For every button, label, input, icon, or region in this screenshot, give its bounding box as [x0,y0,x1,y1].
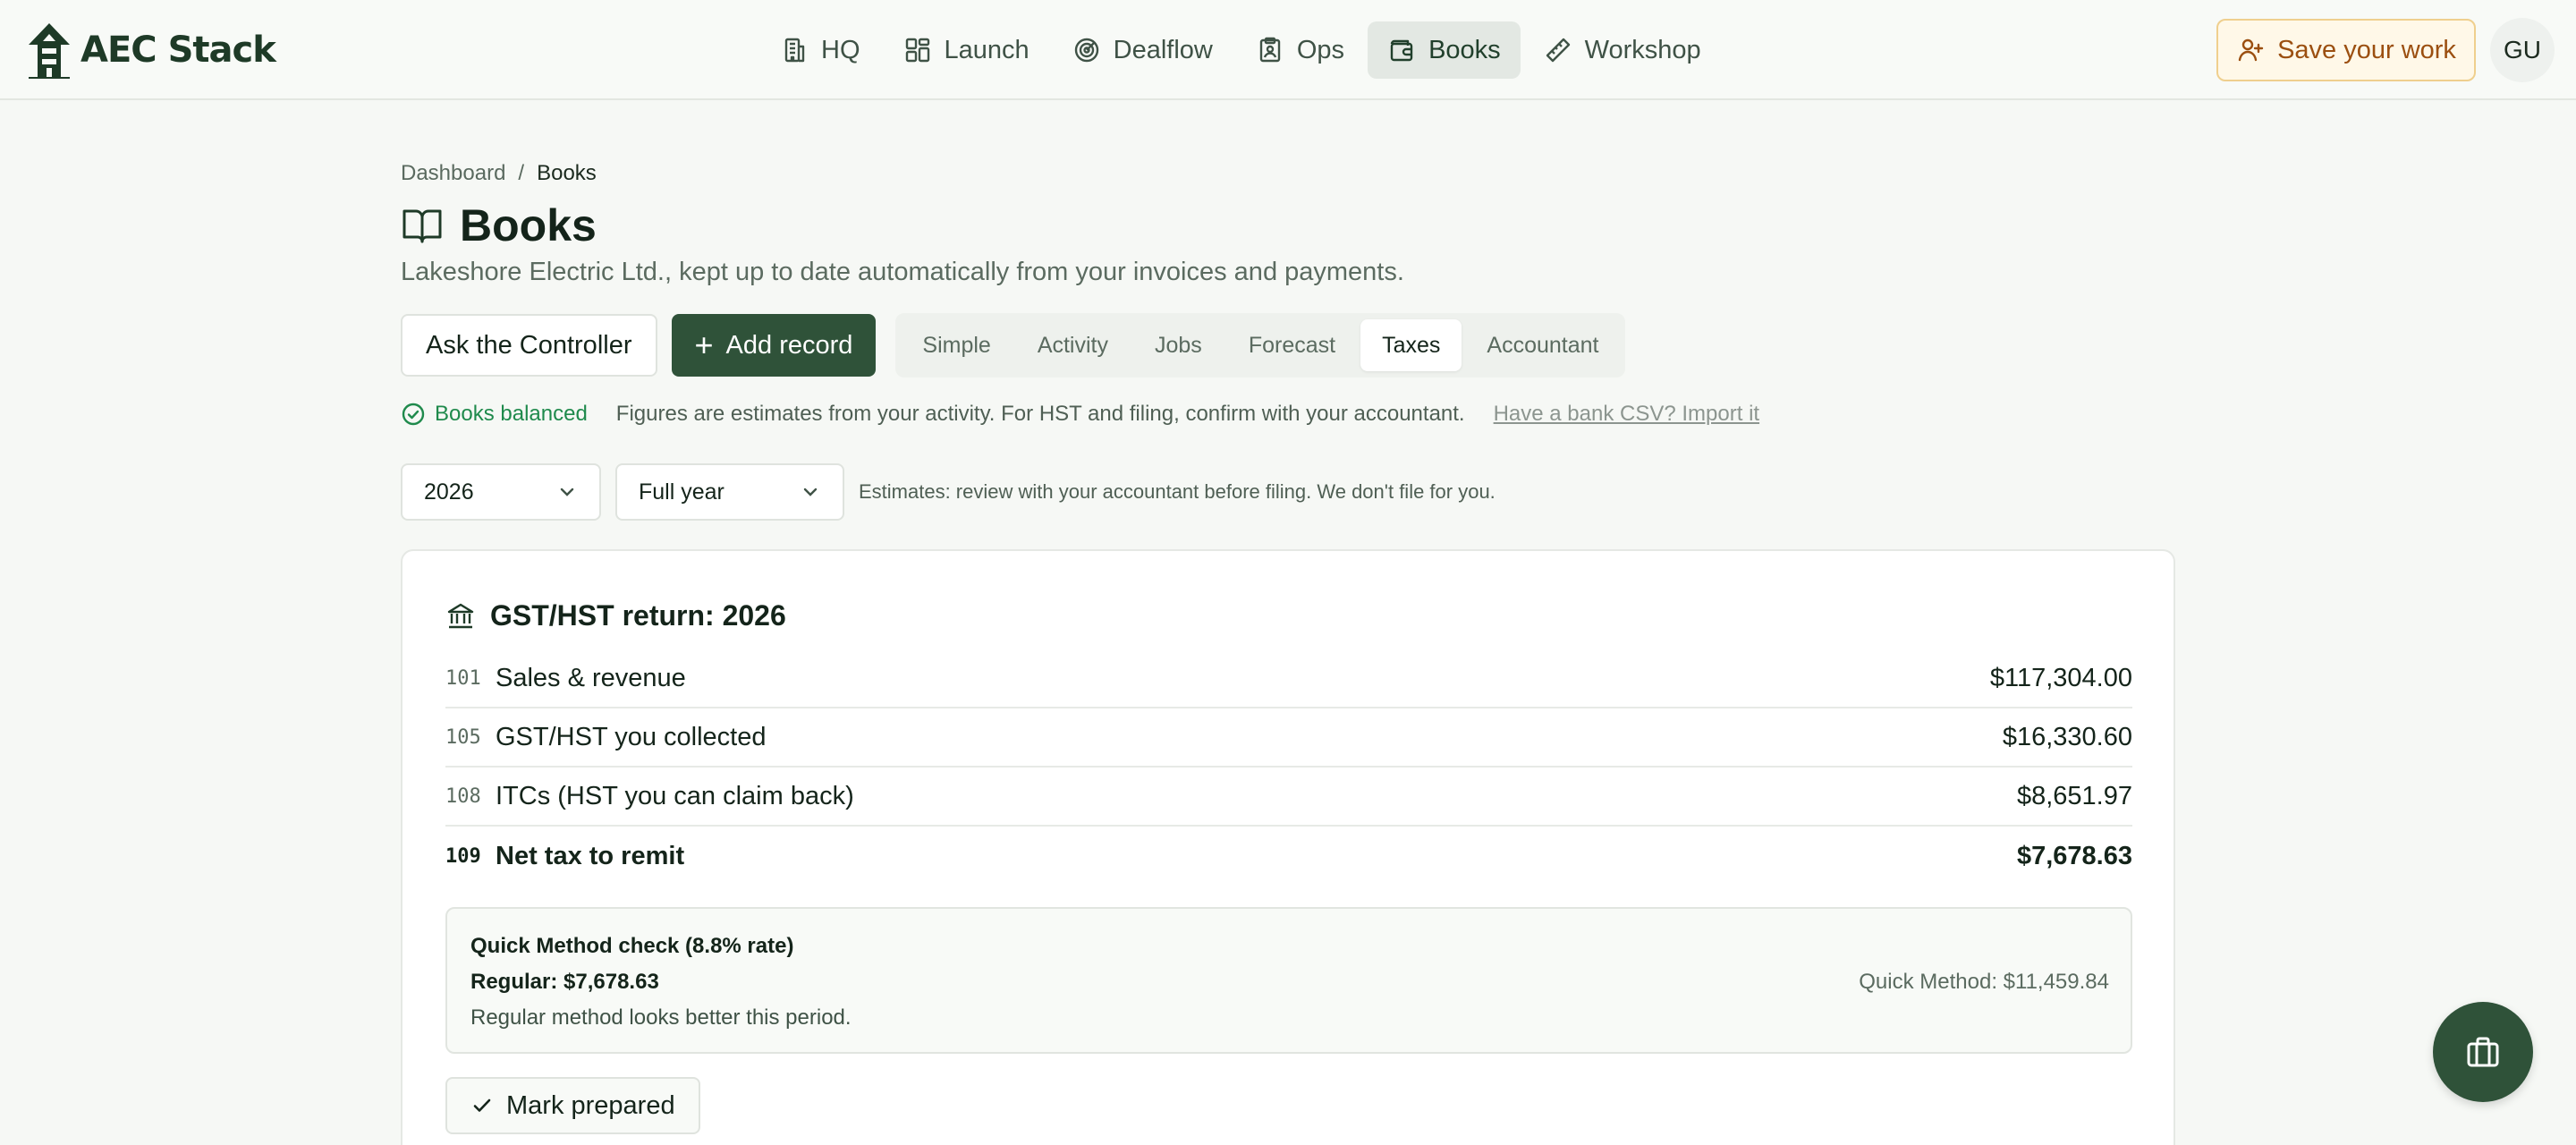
chevron-down-icon [560,488,574,496]
chevron-down-icon [803,488,818,496]
add-record-label: Add record [725,330,853,360]
breadcrumb-current: Books [537,161,597,185]
nav-item-dealflow[interactable]: Dealflow [1053,21,1233,79]
period-select[interactable]: Full year [615,463,844,521]
breadcrumb: Dashboard / Books [401,161,597,186]
nav-label-workshop: Workshop [1584,35,1701,64]
page-title-text: Books [460,200,597,250]
target-icon [1074,38,1098,63]
return-line-108: 108 ITCs (HST you can claim back) $8,651… [445,768,2132,827]
return-line-109-total: 109 Net tax to remit $7,678.63 [445,827,2132,886]
plus-icon: + [694,327,714,363]
page-title: Books [401,199,597,252]
regular-method-amount: Regular: $7,678.63 [470,970,659,994]
line-label: Net tax to remit [496,841,685,870]
nav-item-workshop[interactable]: Workshop [1524,21,1721,79]
period-select-value: Full year [639,479,724,505]
user-plus-icon [2238,38,2264,62]
tab-taxes[interactable]: Taxes [1360,319,1462,371]
grid-icon [905,38,929,63]
books-balanced-status: Books balanced [401,402,588,427]
tab-activity[interactable]: Activity [1016,319,1130,371]
line-code: 109 [445,844,481,868]
gst-hst-return-card: GST/HST return: 2026 101 Sales & revenue… [401,549,2175,1145]
nav-label-books: Books [1428,35,1501,64]
line-code: 108 [445,785,481,808]
estimate-disclaimer: Figures are estimates from your activity… [615,402,1465,426]
line-amount: $16,330.60 [2002,722,2132,751]
method-recommendation: Regular method looks better this period. [470,1005,852,1030]
quick-method-amount: Quick Method: $11,459.84 [1859,970,2109,994]
building-icon [784,38,805,63]
line-amount: $8,651.97 [2016,781,2132,810]
save-your-work-label: Save your work [2277,35,2456,64]
nav-label-ops: Ops [1296,35,1345,64]
add-record-button[interactable]: + Add record [671,314,877,377]
mark-prepared-button[interactable]: Mark prepared [445,1077,700,1134]
action-bar: Ask the Controller + Add record Simple A… [401,313,1626,377]
line-label: Sales & revenue [496,663,686,692]
nav-label-dealflow: Dealflow [1113,35,1213,64]
page-subtitle: Lakeshore Electric Ltd., kept up to date… [401,258,1404,286]
return-title-text: GST/HST return: 2026 [490,599,786,632]
check-circle-icon [402,403,425,426]
nav-item-ops[interactable]: Ops [1236,21,1364,79]
tab-accountant[interactable]: Accountant [1465,319,1620,371]
nav-item-hq[interactable]: HQ [760,21,880,79]
ruler-icon [1546,38,1570,63]
import-csv-link[interactable]: Have a bank CSV? Import it [1494,402,1759,427]
quick-method-check: Quick Method check (8.8% rate) Regular: … [445,907,2132,1054]
top-navigation-bar: AEC Stack HQ Launch Dealflow Ops Books W… [0,0,2576,100]
nav-label-launch: Launch [944,35,1030,64]
user-avatar[interactable]: GU [2490,18,2555,82]
return-line-101: 101 Sales & revenue $117,304.00 [445,649,2132,708]
quick-method-title: Quick Method check (8.8% rate) [470,934,794,958]
filter-row: 2026 Full year Estimates: review with yo… [401,463,1496,521]
open-book-icon [402,209,442,243]
breadcrumb-separator: / [518,161,525,185]
nav-label-hq: HQ [821,35,860,64]
check-icon [473,1098,491,1112]
wallet-icon [1390,39,1413,62]
save-your-work-button[interactable]: Save your work [2216,19,2476,81]
tab-forecast[interactable]: Forecast [1227,319,1357,371]
line-amount: $7,678.63 [2016,841,2132,870]
year-select[interactable]: 2026 [401,463,601,521]
return-line-105: 105 GST/HST you collected $16,330.60 [445,708,2132,768]
brand-name: AEC Stack [80,30,276,71]
filing-disclaimer: Estimates: review with your accountant b… [859,480,1496,503]
bank-icon [447,603,474,628]
year-select-value: 2026 [424,479,474,505]
line-code: 101 [445,666,481,690]
ask-controller-button[interactable]: Ask the Controller [401,314,657,377]
books-tabs: Simple Activity Jobs Forecast Taxes Acco… [895,313,1626,377]
books-balanced-label: Books balanced [435,402,588,426]
status-row: Books balanced Figures are estimates fro… [401,399,1759,429]
tab-jobs[interactable]: Jobs [1133,319,1224,371]
mark-prepared-label: Mark prepared [506,1090,675,1120]
brand-logo[interactable]: AEC Stack [27,21,276,79]
tab-simple[interactable]: Simple [901,319,1012,371]
return-lines: 101 Sales & revenue $117,304.00 105 GST/… [445,649,2132,886]
breadcrumb-dashboard-link[interactable]: Dashboard [401,161,505,186]
clipboard-icon [1259,37,1281,63]
toolbox-fab-button[interactable] [2433,1002,2533,1102]
line-label: ITCs (HST you can claim back) [496,781,854,810]
nav-item-books[interactable]: Books [1368,21,1521,79]
line-amount: $117,304.00 [1989,663,2132,692]
toolbox-icon [2467,1037,2499,1067]
main-nav: HQ Launch Dealflow Ops Books Workshop [760,21,1721,79]
line-label: GST/HST you collected [496,722,767,751]
aec-stack-logo-icon [29,23,70,79]
nav-item-launch[interactable]: Launch [884,21,1049,79]
line-code: 105 [445,725,481,749]
return-title: GST/HST return: 2026 [445,599,786,632]
